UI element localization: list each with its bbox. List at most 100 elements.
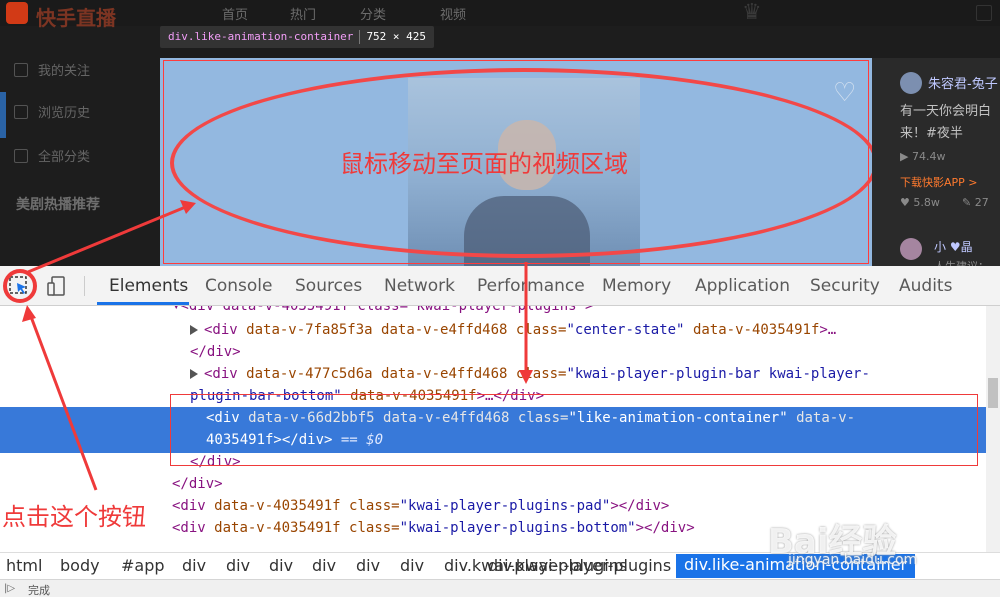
comment-user-name[interactable]: 小 ♥晶 (934, 238, 973, 255)
download-app-link[interactable]: 下载快影APP > (900, 174, 978, 190)
tab-security[interactable]: Security (810, 276, 880, 296)
avatar[interactable] (900, 238, 922, 260)
dom-node-line[interactable]: </div> (190, 344, 241, 360)
sidebar-section-title: 美剧热播推荐 (16, 197, 100, 213)
attr-name: data-v-4035491f (692, 322, 820, 338)
devtools-toolbar: Elements Console Sources Network Perform… (0, 266, 1000, 306)
sidebar-item-label: 我的关注 (38, 64, 91, 79)
breadcrumb-item[interactable]: div (356, 556, 380, 575)
comment-text: 人生建议： (934, 258, 989, 266)
dom-node-line[interactable]: </div> (172, 476, 223, 492)
nav-item-hot[interactable]: 热门 (290, 4, 316, 23)
like-count: ♥ 5.8w (900, 196, 940, 209)
breadcrumb-item[interactable]: div (182, 556, 206, 575)
video-info-panel: 朱容君-兔子 有一天你会明白 来！#夜半 ▶ 74.4w 下载快影APP > ♥… (872, 58, 1000, 266)
breadcrumb-item[interactable]: div (400, 556, 424, 575)
inspect-element-icon[interactable] (8, 275, 30, 297)
attr-name: class= (349, 520, 400, 536)
heart-icon: ♥ (900, 196, 914, 209)
attr-value: "kwai-player-plugins-bottom" (399, 520, 636, 536)
like-heart-icon[interactable]: ♡ (833, 78, 856, 108)
tab-audits[interactable]: Audits (899, 276, 952, 296)
nav-item-home[interactable]: 首页 (222, 4, 248, 23)
active-tab-indicator (97, 302, 189, 305)
video-description-2: 来！#夜半 (900, 126, 963, 141)
play-count: ▶ 74.4w (900, 150, 945, 163)
expand-arrow-icon[interactable] (190, 325, 198, 335)
comment-count: ✎ 27 (962, 196, 989, 209)
attr-name: class= (515, 366, 567, 382)
breadcrumb-item[interactable]: html (6, 556, 42, 575)
dom-node-line[interactable]: <div data-v-4035491f class="kwai-player-… (172, 520, 695, 536)
tab-elements[interactable]: Elements (109, 276, 188, 296)
sidebar-item-label: 全部分类 (38, 150, 91, 165)
dom-node-line[interactable]: <div data-v-4035491f class="kwai-player-… (172, 498, 669, 514)
tab-memory[interactable]: Memory (602, 276, 671, 296)
tab-performance[interactable]: Performance (477, 276, 585, 296)
site-logo-text[interactable]: 快手直播 (36, 2, 116, 31)
crest-icon: ♛ (742, 0, 762, 25)
annotation-code-box (170, 394, 978, 466)
sidebar: 我的关注 浏览历史 全部分类 美剧热播推荐 (0, 48, 158, 266)
annotation-video-area-text: 鼠标移动至页面的视频区域 (340, 150, 628, 178)
author-name[interactable]: 朱容君-兔子 (928, 73, 998, 92)
tooltip-separator (359, 30, 361, 44)
attr-value: "center-state" (566, 322, 685, 338)
breadcrumb-item[interactable]: div.kwai-player-plugins (488, 556, 671, 575)
tooltip-size: 752 × 425 (366, 30, 427, 43)
breadcrumb-item[interactable]: div (269, 556, 293, 575)
sidebar-item-label: 浏览历史 (38, 106, 91, 121)
sidebar-item-categories[interactable]: 全部分类 (14, 146, 90, 165)
dom-node-line[interactable]: ▾<div data-v-4035491f class="kwai-player… (172, 306, 593, 314)
device-toolbar-icon[interactable] (46, 275, 68, 297)
video-description: 有一天你会明白 (900, 104, 992, 119)
breadcrumb-item[interactable]: #app (121, 556, 165, 575)
tag-end: ></div> (635, 520, 695, 536)
breadcrumb-item[interactable]: div (226, 556, 250, 575)
tag-name: <div (204, 322, 238, 338)
tab-sources[interactable]: Sources (295, 276, 362, 296)
sidebar-item-follow[interactable]: 我的关注 (14, 60, 90, 79)
inspect-tooltip: div.like-animation-container 752 × 425 (160, 26, 435, 48)
window-button-icon[interactable] (976, 5, 992, 21)
tab-console[interactable]: Console (205, 276, 273, 296)
scrollbar-thumb[interactable] (988, 378, 998, 408)
site-nav: 快手直播 首页 热门 分类 视频 ♛ (0, 0, 1000, 30)
attr-value: "kwai-player-plugin-bar kwai-player- (566, 366, 870, 382)
status-text: 完成 (28, 584, 50, 597)
nav-item-video[interactable]: 视频 (440, 4, 466, 23)
nav-item-category[interactable]: 分类 (360, 4, 386, 23)
tag-end: >… (819, 322, 837, 338)
attr-name: data-v-4035491f (214, 498, 341, 514)
tag-name: <div (204, 366, 238, 382)
attr-name: data-v-477c5d6a (246, 366, 373, 382)
play-count-value: 74.4w (911, 150, 946, 163)
dom-node-line[interactable]: <div data-v-7fa85f3a data-v-e4ffd468 cla… (190, 322, 836, 338)
play-icon: ▶ (900, 150, 912, 163)
comment-icon: ✎ (962, 196, 975, 209)
dom-node-line[interactable]: <div data-v-477c5d6a data-v-e4ffd468 cla… (190, 366, 870, 382)
tag-name: <div (172, 520, 206, 536)
breadcrumb-item[interactable]: div (312, 556, 336, 575)
attr-value: "kwai-player-plugins-pad" (399, 498, 611, 514)
avatar[interactable] (900, 72, 922, 94)
expand-arrow-icon[interactable] (190, 369, 198, 379)
history-icon (14, 104, 28, 119)
attr-name: data-v-e4ffd468 (381, 366, 508, 382)
tag-end: ></div> (610, 498, 670, 514)
grid-icon (14, 148, 28, 163)
tag-name: <div (172, 498, 206, 514)
baidu-watermark-url: jingyan.baidu.com (788, 552, 918, 568)
tab-network[interactable]: Network (384, 276, 455, 296)
sidebar-item-history[interactable]: 浏览历史 (14, 102, 90, 121)
comment-count-value: 27 (974, 196, 989, 209)
elements-scrollbar[interactable] (986, 306, 1000, 552)
toolbar-divider (84, 276, 85, 296)
sidebar-edge-highlight (0, 92, 6, 138)
tab-application[interactable]: Application (695, 276, 790, 296)
attr-name: class= (515, 322, 567, 338)
breadcrumb-item[interactable]: body (60, 556, 100, 575)
web-page: 快手直播 首页 热门 分类 视频 ♛ 我的关注 浏览历史 全部分类 美剧热播推荐… (0, 0, 1000, 266)
attr-name: data-v-4035491f (214, 520, 341, 536)
kuaishou-logo-icon[interactable] (6, 2, 28, 24)
